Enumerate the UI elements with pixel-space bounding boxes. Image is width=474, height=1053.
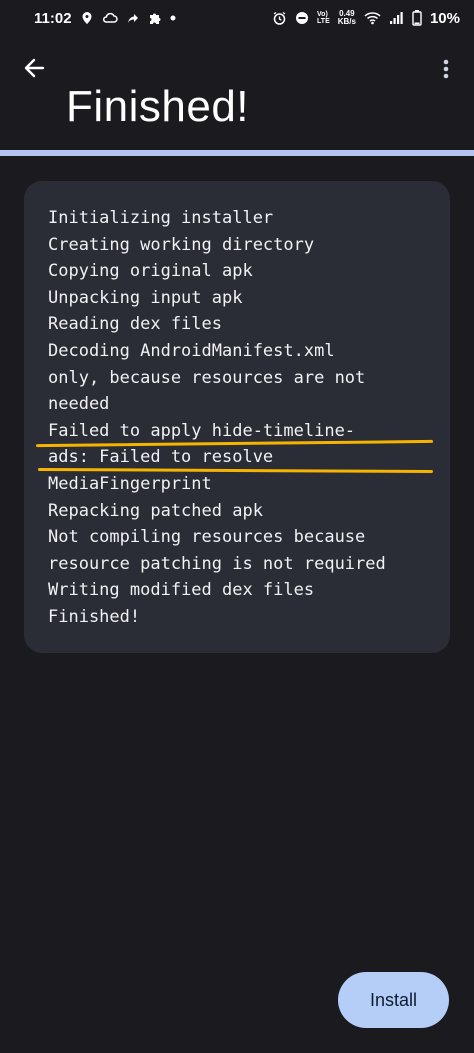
log-line: resource patching is not required <box>48 553 386 574</box>
install-log-card: Initializing installer Creating working … <box>24 181 450 653</box>
log-line: MediaFingerprint <box>48 473 212 494</box>
signal-strength-icon <box>389 11 404 25</box>
status-bar-left: 11:02 <box>34 10 176 27</box>
location-pin-icon <box>80 11 94 25</box>
do-not-disturb-icon <box>295 11 309 25</box>
status-time: 11:02 <box>34 9 72 27</box>
status-bar: 11:02 Vo) LTE 0.49 KB/s 10% <box>0 0 474 36</box>
volte-top-label: Vo) <box>317 11 328 18</box>
network-speed-unit: KB/s <box>337 17 356 26</box>
progress-bar <box>0 150 474 156</box>
log-line: needed <box>48 394 110 415</box>
log-line: only, because resources are not <box>48 367 366 388</box>
log-line: Finished! <box>48 606 141 627</box>
status-bar-right: Vo) LTE 0.49 KB/s 10% <box>272 10 460 27</box>
volte-indicator: Vo) LTE <box>317 11 330 25</box>
install-button[interactable]: Install <box>338 972 449 1028</box>
app-screen: 11:02 Vo) LTE 0.49 KB/s 10% Finished! In… <box>0 0 474 1053</box>
log-line: Unpacking input apk <box>48 287 243 308</box>
log-line: Not compiling resources because <box>48 527 366 548</box>
weather-cloud-icon <box>102 11 118 25</box>
volte-bottom-label: LTE <box>317 18 330 25</box>
puzzle-extension-icon <box>148 11 162 25</box>
progress-bar-fill <box>0 150 474 156</box>
arrow-back-icon <box>23 57 45 84</box>
log-line-error: ads: Failed to resolve <box>48 447 274 468</box>
overflow-menu-button[interactable] <box>434 56 458 86</box>
log-line: Creating working directory <box>48 234 315 255</box>
log-line: Decoding AndroidManifest.xml <box>48 340 335 361</box>
more-vertical-icon <box>443 58 449 85</box>
log-line: Initializing installer <box>48 208 274 228</box>
share-arrow-icon <box>126 11 140 25</box>
wifi-icon <box>364 11 381 25</box>
log-line: Reading dex files <box>48 314 222 335</box>
notification-dot-icon <box>170 15 176 21</box>
alarm-clock-icon <box>272 11 287 26</box>
log-line: Repacking patched apk <box>48 500 263 521</box>
network-speed: 0.49 KB/s <box>338 10 356 26</box>
battery-icon <box>412 10 422 26</box>
log-line: Writing modified dex files <box>48 580 315 601</box>
log-line: Copying original apk <box>48 261 253 282</box>
back-button[interactable] <box>18 54 50 86</box>
page-title: Finished! <box>66 82 250 131</box>
battery-percentage: 10% <box>429 9 460 27</box>
